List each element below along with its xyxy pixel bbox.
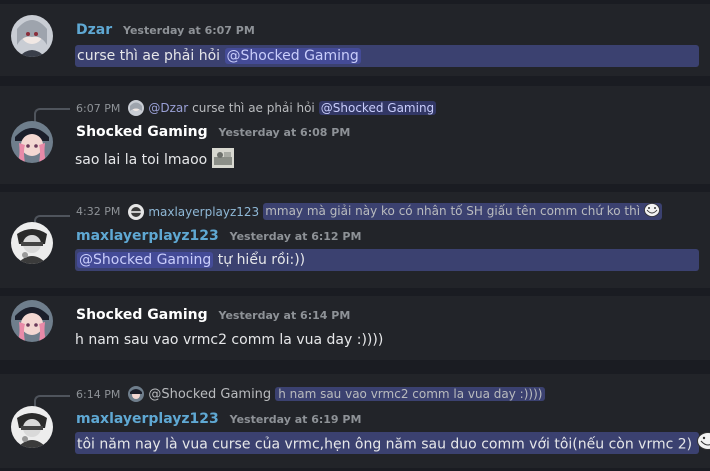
avatar[interactable] [11, 300, 53, 342]
avatar[interactable] [11, 222, 53, 264]
reply-preview[interactable]: 6:07 PM @Dzar curse thì ae phải hỏi @Sho… [76, 100, 437, 116]
reply-author[interactable]: @Dzar [148, 101, 188, 115]
timestamp: Yesterday at 6:19 PM [229, 413, 362, 426]
user-mention[interactable]: @Shocked Gaming [224, 48, 361, 64]
timestamp: Yesterday at 6:07 PM [123, 24, 255, 37]
reply-avatar [128, 386, 145, 402]
author-name[interactable]: Shocked Gaming [76, 124, 208, 140]
reply-text: mmay mà giải này ko có nhân tố SH giấu t… [263, 203, 662, 220]
reply-preview[interactable]: 6:14 PM @Shocked Gaming h nam sau vao vr… [76, 386, 546, 402]
author-name[interactable]: maxlayerplayz123 [76, 228, 219, 244]
trollface-emoji-icon [644, 203, 660, 220]
message-text: tôi năm nay là vua curse của vrmc,hẹn ôn… [77, 436, 693, 453]
reply-time: 6:14 PM [76, 387, 121, 401]
user-mention[interactable]: @Shocked Gaming [77, 252, 214, 268]
reply-author[interactable]: maxlayerplayz123 [148, 205, 259, 219]
message: 6:14 PM @Shocked Gaming h nam sau vao vr… [0, 374, 710, 468]
image-emoji-icon [211, 148, 234, 172]
timestamp: Yesterday at 6:08 PM [218, 126, 351, 139]
author-name[interactable]: Dzar [76, 22, 112, 38]
reply-connector [34, 108, 70, 122]
trollface-emoji-icon [696, 432, 710, 457]
message: 6:07 PM @Dzar curse thì ae phải hỏi @Sho… [0, 86, 710, 184]
author-name[interactable]: maxlayerplayz123 [76, 411, 219, 427]
message-body: tôi năm nay là vua curse của vrmc,hẹn ôn… [75, 432, 710, 454]
reply-avatar [128, 100, 145, 116]
reply-text: curse thì ae phải hỏi [192, 101, 315, 115]
avatar[interactable] [11, 15, 53, 57]
message-text: tự hiểu rồi:)) [217, 252, 306, 268]
message: Shocked Gaming Yesterday at 6:14 PM h na… [0, 296, 710, 360]
reply-avatar [128, 203, 145, 220]
reply-preview[interactable]: 4:32 PM maxlayerplayz123 mmay mà giải nà… [76, 203, 662, 220]
chat-log: Dzar Yesterday at 6:07 PM curse thì ae p… [0, 0, 710, 471]
timestamp: Yesterday at 6:14 PM [218, 309, 351, 322]
message-body: @Shocked Gaming tự hiểu rồi:)) [75, 249, 699, 271]
message-body: curse thì ae phải hỏi @Shocked Gaming [75, 45, 699, 67]
message-body: sao lai la toi lmaoo [75, 148, 234, 172]
avatar[interactable] [11, 121, 53, 163]
author-name[interactable]: Shocked Gaming [76, 307, 208, 323]
message-text: h nam sau vao vrmc2 comm la vua day :)))… [75, 332, 384, 348]
message-text: sao lai la toi lmaoo [75, 152, 208, 168]
message-body: h nam sau vao vrmc2 comm la vua day :)))… [75, 332, 383, 348]
reply-author[interactable]: @Shocked Gaming [148, 387, 271, 402]
avatar[interactable] [11, 406, 53, 448]
reply-time: 4:32 PM [76, 205, 121, 218]
reply-time: 6:07 PM [76, 101, 121, 115]
message: 4:32 PM maxlayerplayz123 mmay mà giải nà… [0, 192, 710, 288]
message: Dzar Yesterday at 6:07 PM curse thì ae p… [0, 4, 710, 76]
message-text: curse thì ae phải hỏi [77, 48, 221, 64]
user-mention[interactable]: @Shocked Gaming [318, 101, 437, 115]
timestamp: Yesterday at 6:12 PM [229, 230, 362, 243]
reply-text: h nam sau vao vrmc2 comm la vua day :)))… [275, 387, 546, 401]
